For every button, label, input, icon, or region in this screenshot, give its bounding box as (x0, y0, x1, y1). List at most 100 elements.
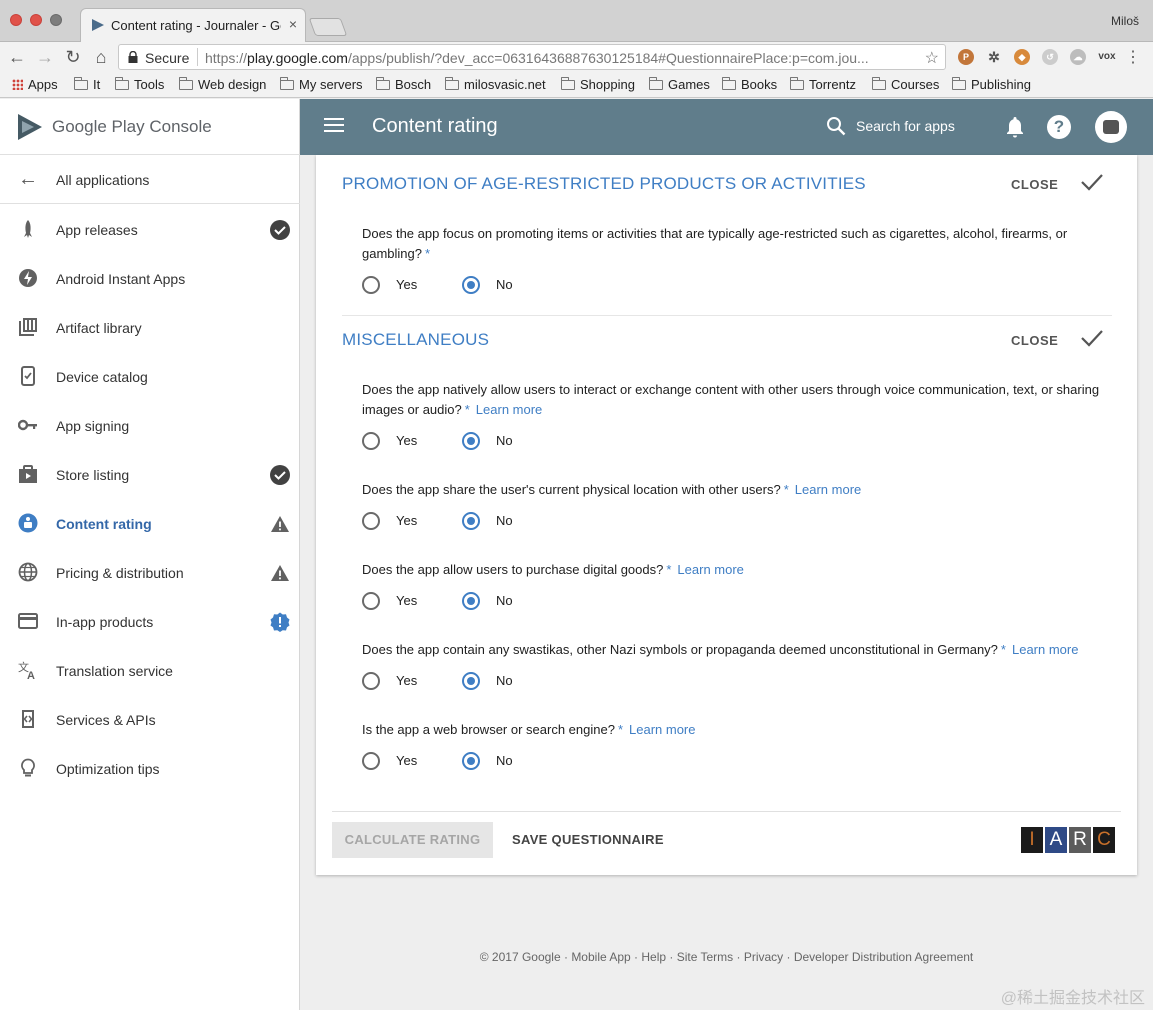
calculate-rating-button[interactable]: CALCULATE RATING (332, 822, 493, 858)
bookmark-web-design[interactable]: Web design (179, 77, 266, 93)
sidebar-item-content-rating[interactable]: Content rating (0, 499, 300, 548)
browser-menu-icon[interactable]: ⋮ (1125, 47, 1141, 67)
sidebar-item-artifact-library[interactable]: Artifact library (0, 303, 300, 352)
browser-tab-active[interactable]: Content rating - Journaler - Google Play… (80, 8, 306, 42)
bookmark-star-icon[interactable]: ☆ (925, 48, 939, 68)
sidebar-item-store-listing[interactable]: Store listing (0, 450, 300, 499)
question-text: Is the app a web browser or search engin… (362, 722, 615, 737)
reload-icon[interactable]: ↻ (62, 46, 84, 68)
new-tab-button[interactable] (308, 18, 348, 36)
browser-profile-name[interactable]: Miloš (1111, 14, 1139, 28)
sidebar-item-label: Pricing & distribution (56, 565, 184, 581)
window-minimize-button[interactable] (30, 14, 42, 26)
window-maximize-button[interactable] (50, 14, 62, 26)
radio-yes[interactable] (362, 432, 380, 450)
bookmark-label: Bosch (395, 77, 432, 92)
bookmark-my-servers[interactable]: My servers (280, 77, 363, 93)
url-text: https://play.google.com/apps/publish/?de… (205, 50, 915, 66)
bookmark-label: My servers (299, 77, 363, 92)
learn-more-link[interactable]: Learn more (677, 562, 743, 577)
search-icon[interactable] (826, 116, 846, 136)
address-bar[interactable]: Secure https://play.google.com/apps/publ… (118, 44, 946, 70)
radio-label-yes: Yes (396, 433, 418, 448)
radio-yes[interactable] (362, 592, 380, 610)
learn-more-link[interactable]: Learn more (476, 402, 542, 417)
sidebar-item-label: Optimization tips (56, 761, 160, 777)
radio-yes[interactable] (362, 672, 380, 690)
sidebar-item-translation-service[interactable]: 文A Translation service (0, 646, 300, 695)
back-arrow-icon: ← (18, 168, 38, 190)
cloud-extension-icon[interactable]: ☁ (1070, 49, 1086, 65)
folder-icon (280, 77, 294, 90)
radio-no-selected[interactable] (462, 752, 480, 770)
store-icon (19, 465, 37, 483)
home-icon[interactable]: ⌂ (90, 46, 112, 68)
sidebar-item-label: Translation service (56, 663, 173, 679)
radio-no-selected[interactable] (462, 672, 480, 690)
radio-yes[interactable] (362, 512, 380, 530)
learn-more-link[interactable]: Learn more (795, 482, 861, 497)
section-close-button[interactable]: CLOSE (1011, 177, 1058, 192)
brand-header[interactable]: Google Play Console (0, 99, 300, 155)
learn-more-link[interactable]: Learn more (629, 722, 695, 737)
sidebar-item-label: Android Instant Apps (56, 271, 186, 287)
pinterest-extension-icon[interactable]: P (958, 49, 974, 65)
sidebar-item-pricing-distribution[interactable]: Pricing & distribution (0, 548, 300, 597)
bookmark-tools[interactable]: Tools (115, 77, 164, 93)
rocket-icon (24, 220, 32, 238)
url-separator (197, 48, 198, 66)
back-arrow-icon[interactable]: ← (6, 46, 28, 68)
folder-icon (179, 77, 193, 90)
sidebar-item-label: Services & APIs (56, 712, 156, 728)
bookmark-publishing[interactable]: Publishing (952, 77, 1031, 93)
lock-icon (128, 51, 138, 63)
search-apps-input[interactable]: Search for apps (856, 118, 955, 134)
account-avatar[interactable] (1095, 111, 1127, 143)
learn-more-link[interactable]: Learn more (1012, 642, 1078, 657)
radio-yes[interactable] (362, 752, 380, 770)
bookmark-torrentz[interactable]: Torrentz (790, 77, 856, 93)
checkmark-icon[interactable] (1080, 328, 1104, 348)
sync-extension-icon[interactable]: ↺ (1042, 49, 1058, 65)
radio-no-selected[interactable] (462, 512, 480, 530)
section-close-button[interactable]: CLOSE (1011, 333, 1058, 348)
folder-icon (115, 77, 129, 90)
sidebar-item-optimization-tips[interactable]: Optimization tips (0, 744, 300, 793)
check-circle-icon (270, 465, 290, 485)
sidebar-item-services-apis[interactable]: Services & APIs (0, 695, 300, 744)
all-applications-link[interactable]: ← All applications (0, 155, 300, 204)
sidebar-item-in-app-products[interactable]: In-app products (0, 597, 300, 646)
url-host: play.google.com (247, 50, 348, 66)
sidebar-item-android-instant-apps[interactable]: Android Instant Apps (0, 254, 300, 303)
checkmark-icon[interactable] (1080, 172, 1104, 192)
radio-label-yes: Yes (396, 593, 418, 608)
radio-no-selected[interactable] (462, 592, 480, 610)
bookmark-apps[interactable]: Apps (12, 77, 58, 93)
sidebar-item-label: App signing (56, 418, 130, 434)
menu-icon[interactable] (324, 118, 344, 134)
bookmark-milosvasic[interactable]: milosvasic.net (445, 77, 546, 93)
bookmark-games[interactable]: Games (649, 77, 710, 93)
forward-arrow-icon[interactable]: → (34, 46, 56, 68)
tab-close-icon[interactable]: × (289, 16, 297, 32)
question-text: Does the app share the user's current ph… (362, 482, 781, 497)
bookmark-bosch[interactable]: Bosch (376, 77, 431, 93)
vox-extension-icon[interactable]: vox (1096, 49, 1118, 65)
help-icon[interactable]: ? (1047, 115, 1071, 139)
sidebar-item-app-releases[interactable]: App releases (0, 205, 300, 254)
device-icon (21, 366, 35, 386)
save-questionnaire-button[interactable]: SAVE QUESTIONNAIRE (512, 822, 664, 858)
sidebar-item-app-signing[interactable]: App signing (0, 401, 300, 450)
radio-no-selected[interactable] (462, 276, 480, 294)
shield-extension-icon[interactable]: ◆ (1014, 49, 1030, 65)
notifications-bell-icon[interactable] (1004, 115, 1026, 139)
sidebar-item-device-catalog[interactable]: Device catalog (0, 352, 300, 401)
window-close-button[interactable] (10, 14, 22, 26)
bookmark-courses[interactable]: Courses (872, 77, 939, 93)
bookmark-shopping[interactable]: Shopping (561, 77, 635, 93)
bookmark-books[interactable]: Books (722, 77, 777, 93)
radio-yes[interactable] (362, 276, 380, 294)
bug-extension-icon[interactable]: ✲ (986, 49, 1002, 65)
radio-no-selected[interactable] (462, 432, 480, 450)
bookmark-it[interactable]: It (74, 77, 100, 93)
